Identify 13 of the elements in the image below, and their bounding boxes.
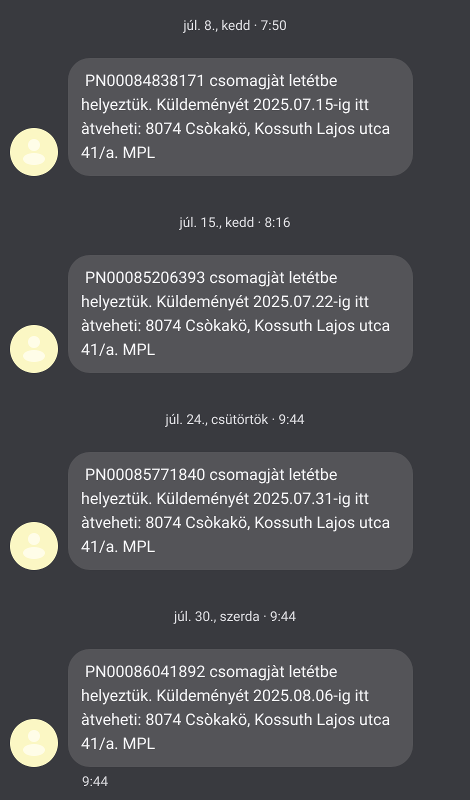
message-time: 9:44	[82, 773, 108, 791]
message-bubble[interactable]: PN00085771840 csomagjàt letétbe helyeztük. Küldeményét 2025.07.31-ig itt àtveheti: 8074 Csòkakö, Kossuth Lajos utca 41/a. MPL	[68, 452, 413, 570]
date-header: júl. 15., kedd · 8:16	[180, 214, 290, 233]
message-bubble[interactable]: PN00084838171 csomagjàt letétbe helyeztük. Küldeményét 2025.07.15-ig itt àtveheti: 8074 Csòkakö, Kossuth Lajos utca 41/a. MPL	[68, 58, 413, 176]
avatar-icon[interactable]	[10, 128, 58, 176]
date-header: júl. 24., csütörtök · 9:44	[165, 411, 305, 430]
avatar-icon[interactable]	[10, 522, 58, 570]
avatar-icon[interactable]	[10, 325, 58, 373]
message-bubble[interactable]: PN00086041892 csomagjàt letétbe helyeztük. Küldeményét 2025.08.06-ig itt àtveheti: 8074 Csòkakö, Kossuth Lajos utca 41/a. MPL	[68, 649, 413, 767]
date-header: júl. 30., szerda · 9:44	[174, 608, 296, 627]
date-header: júl. 8., kedd · 7:50	[183, 17, 287, 36]
message-bubble[interactable]: PN00085206393 csomagjàt letétbe helyeztük. Küldeményét 2025.07.22-ig itt àtveheti: 8074 Csòkakö, Kossuth Lajos utca 41/a. MPL	[68, 255, 413, 373]
avatar-icon[interactable]	[10, 719, 58, 767]
